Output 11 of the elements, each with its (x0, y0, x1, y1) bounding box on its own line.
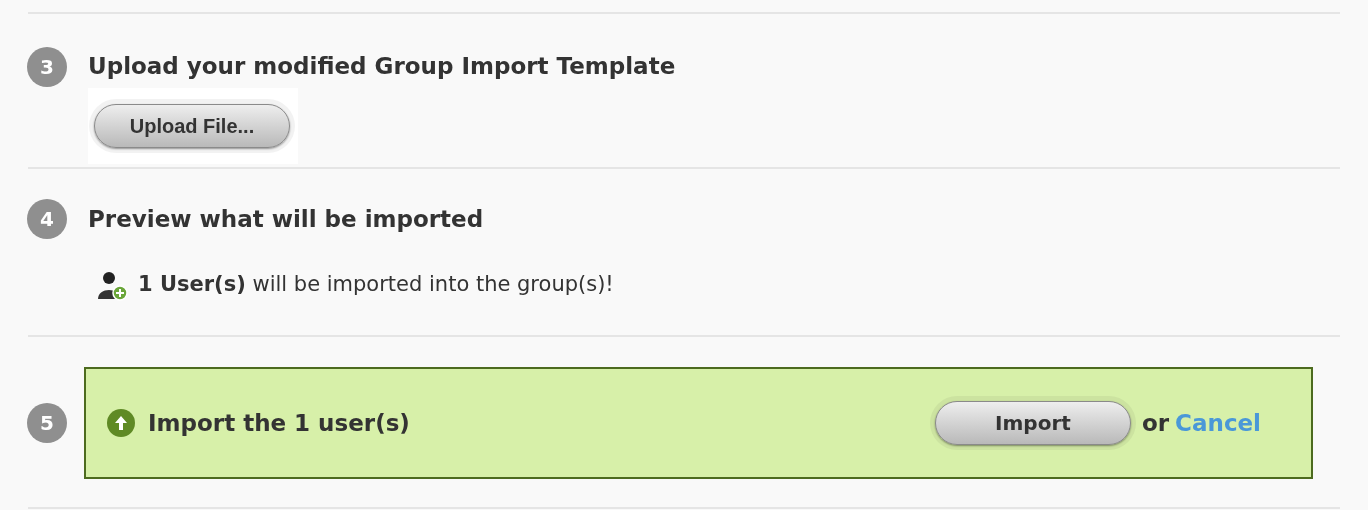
or-text: or (1141, 408, 1170, 438)
user-add-icon (96, 269, 128, 301)
panel-title: Import the 1 user(s) (148, 408, 410, 438)
step-number: 4 (27, 198, 67, 239)
step-number: 5 (27, 403, 67, 443)
step-number: 3 (27, 47, 67, 87)
import-button[interactable]: Import (934, 401, 1131, 445)
step-title: Upload your modified Group Import Template (88, 52, 676, 81)
upload-button[interactable]: Upload File... (94, 103, 290, 148)
import-summary: 1 User(s) will be imported into the group(s)! (138, 271, 614, 299)
step-title: Preview what will be imported (88, 204, 485, 234)
